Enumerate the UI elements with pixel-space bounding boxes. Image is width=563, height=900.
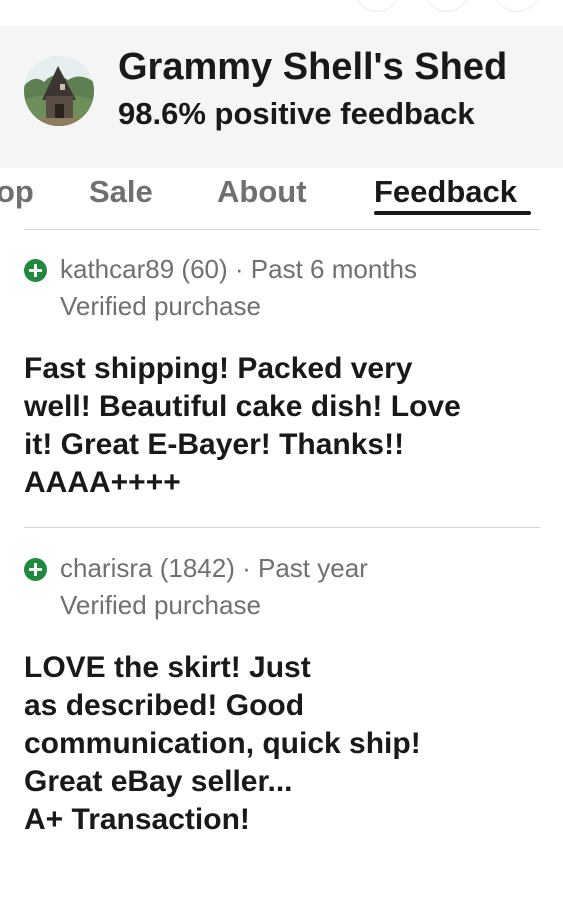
feedback-time: Past year [258, 553, 368, 583]
comment-line: LOVE the skirt! Just [24, 651, 311, 684]
tab-sale[interactable]: Sale [89, 174, 153, 210]
tab-feedback[interactable]: Feedback [374, 174, 517, 210]
feedback-meta: kathcar89 (60) · Past 6 months [24, 254, 540, 288]
comment-line: AAAA++++ [24, 466, 181, 499]
feedback-user[interactable]: kathcar89 (60) [60, 254, 228, 284]
share-icon[interactable] [354, 0, 400, 12]
top-bar [0, 0, 563, 26]
shed-photo-icon [24, 56, 94, 126]
verified-purchase-label: Verified purchase [60, 590, 261, 620]
more-icon[interactable] [494, 0, 540, 12]
feedback-comment: Fast shipping! Packed very well! Beautif… [24, 350, 540, 502]
verified-purchase-label: Verified purchase [60, 291, 261, 321]
feedback-meta-text: charisra (1842) · Past year [60, 553, 368, 584]
feedback-meta-text: kathcar89 (60) · Past 6 months [60, 254, 417, 285]
comment-line: A+ Transaction! [24, 803, 250, 836]
meta-separator: · [242, 553, 251, 583]
seller-name[interactable]: Grammy Shell's Shed [118, 46, 507, 89]
seller-tabs: op Sale About Feedback [0, 168, 563, 224]
feedback-time: Past 6 months [250, 254, 417, 284]
comment-line: Fast shipping! Packed very [24, 352, 413, 385]
search-icon[interactable] [424, 0, 470, 12]
comment-line: as described! Good [24, 689, 305, 722]
feedback-item: charisra (1842) · Past year Verified pur… [24, 553, 540, 839]
seller-header: Grammy Shell's Shed 98.6% positive feedb… [0, 26, 563, 168]
plus-circle-icon [24, 259, 47, 282]
tabs-divider [24, 229, 540, 230]
tab-about[interactable]: About [217, 174, 307, 210]
tab-shop[interactable]: op [0, 174, 34, 210]
plus-circle-icon [24, 558, 47, 581]
comment-line: Great eBay seller... [24, 765, 293, 798]
seller-avatar[interactable] [24, 56, 94, 126]
feedback-meta: charisra (1842) · Past year [24, 553, 540, 587]
comment-line: communication, quick ship! [24, 727, 421, 760]
seller-positive-feedback: 98.6% positive feedback [118, 96, 475, 131]
feedback-divider [24, 527, 540, 528]
feedback-item: kathcar89 (60) · Past 6 months Verified … [24, 254, 540, 502]
meta-separator: · [234, 254, 244, 284]
feedback-user[interactable]: charisra (1842) [60, 553, 235, 583]
comment-line: it! Great E-Bayer! Thanks!! [24, 428, 405, 461]
feedback-comment: LOVE the skirt! Just as described! Good … [24, 649, 540, 839]
comment-line: well! Beautiful cake dish! Love [24, 390, 461, 423]
active-tab-indicator [374, 211, 531, 215]
